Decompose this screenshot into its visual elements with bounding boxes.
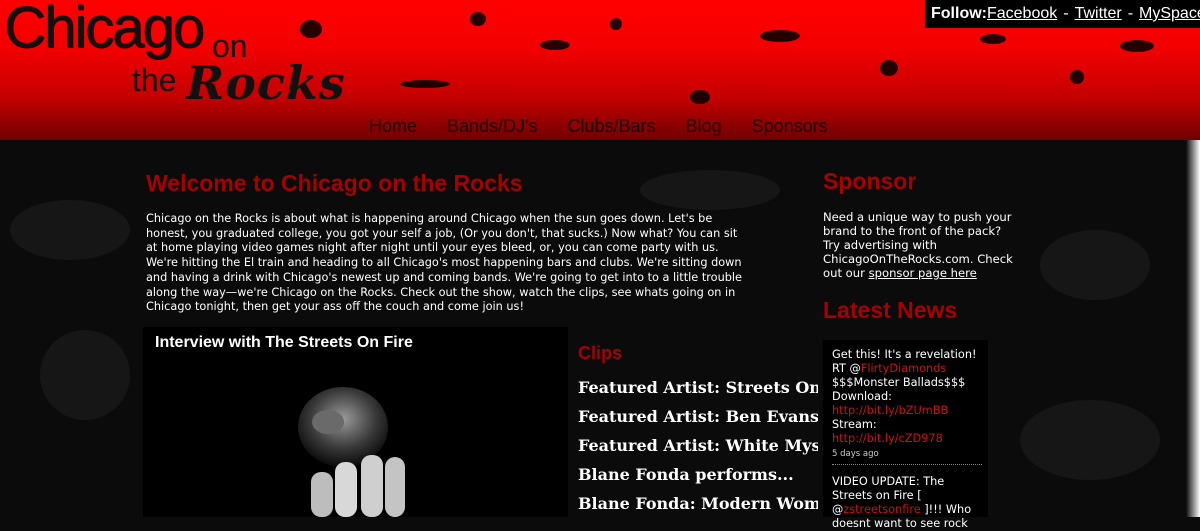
tweet-text: Stream:: [832, 418, 877, 431]
splatter-decoration: [300, 20, 322, 38]
clip-link[interactable]: Blane Fonda performs...: [578, 465, 818, 484]
splatter-decoration: [470, 12, 486, 26]
nav-item-sponsors[interactable]: Sponsors: [752, 116, 828, 137]
tweet-item: VIDEO UPDATE: The Streets on Fire [ @zst…: [832, 475, 984, 531]
window-edge: [1186, 140, 1200, 517]
sponsor-title: Sponsor: [823, 168, 917, 194]
nav-item-clubs-bars[interactable]: Clubs/Bars: [568, 116, 656, 137]
nav-item-home[interactable]: Home: [369, 116, 417, 137]
logo-rocks[interactable]: Rocks: [186, 56, 346, 110]
splatter-decoration: [1120, 40, 1154, 52]
sponsor-text: Need a unique way to push your brand to …: [823, 210, 1013, 280]
main-nav: Home Bands/DJ's Clubs/Bars Blog Sponsors: [369, 116, 828, 137]
tweet-timestamp: 5 days ago: [832, 449, 879, 459]
logo-chicago[interactable]: Chicago: [4, 0, 205, 61]
tweet-url-link[interactable]: http://bit.ly/cZD978: [832, 432, 943, 445]
follow-label: Follow:: [931, 5, 987, 22]
splatter-decoration: [1070, 70, 1084, 84]
splatter-decoration: [690, 90, 710, 104]
nav-item-blog[interactable]: Blog: [686, 116, 722, 137]
clip-link[interactable]: Blane Fonda: Modern Woman: [578, 494, 818, 513]
grunge-decoration: [10, 200, 130, 260]
clip-link[interactable]: Featured Artist: Streets On...: [578, 378, 818, 397]
clip-link[interactable]: Featured Artist: White Mystery: [578, 436, 818, 455]
splatter-decoration: [980, 34, 1006, 44]
splatter-decoration: [880, 60, 898, 76]
twitter-link[interactable]: Twitter: [1075, 5, 1122, 23]
grunge-decoration: [40, 330, 130, 420]
welcome-text: Chicago on the Rocks is about what is ha…: [146, 212, 742, 314]
splatter-decoration: [540, 40, 570, 50]
tweet-item: Get this! It's a revelation! RT @FlirtyD…: [832, 348, 984, 461]
news-feed: Get this! It's a revelation! RT @FlirtyD…: [823, 340, 988, 530]
tweet-text: $$$Monster Ballads$$$ Download:: [832, 376, 966, 403]
facebook-link[interactable]: Facebook: [987, 5, 1057, 23]
video-thumbnail[interactable]: [273, 367, 433, 517]
clip-link[interactable]: Featured Artist: Ben Evans: [578, 407, 818, 426]
logo-the[interactable]: the: [132, 62, 176, 99]
sponsor-page-link[interactable]: sponsor page here: [869, 266, 977, 280]
video-title[interactable]: Interview with The Streets On Fire: [155, 334, 413, 352]
tweet-divider: [832, 464, 982, 465]
grunge-decoration: [1040, 230, 1150, 300]
clips-title: Clips: [578, 343, 623, 363]
tweet-url-link[interactable]: http://bit.ly/bZUmBB: [832, 404, 948, 417]
grunge-decoration: [640, 170, 780, 210]
follow-bar: Follow: Facebook - Twitter - MySpace: [925, 0, 1200, 28]
tweet-handle-link[interactable]: zstreetsonfire: [843, 503, 920, 516]
splatter-decoration: [400, 80, 450, 88]
latest-news-title: Latest News: [823, 297, 958, 323]
nav-item-bands-djs[interactable]: Bands/DJ's: [447, 116, 537, 137]
video-player[interactable]: Interview with The Streets On Fire: [143, 327, 568, 517]
follow-separator: -: [1127, 5, 1134, 22]
myspace-link[interactable]: MySpace: [1139, 5, 1200, 23]
welcome-title: Welcome to Chicago on the Rocks: [146, 170, 523, 196]
tweet-handle-link[interactable]: FlirtyDiamonds: [861, 362, 946, 375]
grunge-decoration: [1020, 400, 1160, 480]
splatter-decoration: [760, 30, 800, 42]
splatter-decoration: [610, 18, 622, 30]
follow-separator: -: [1063, 5, 1069, 22]
